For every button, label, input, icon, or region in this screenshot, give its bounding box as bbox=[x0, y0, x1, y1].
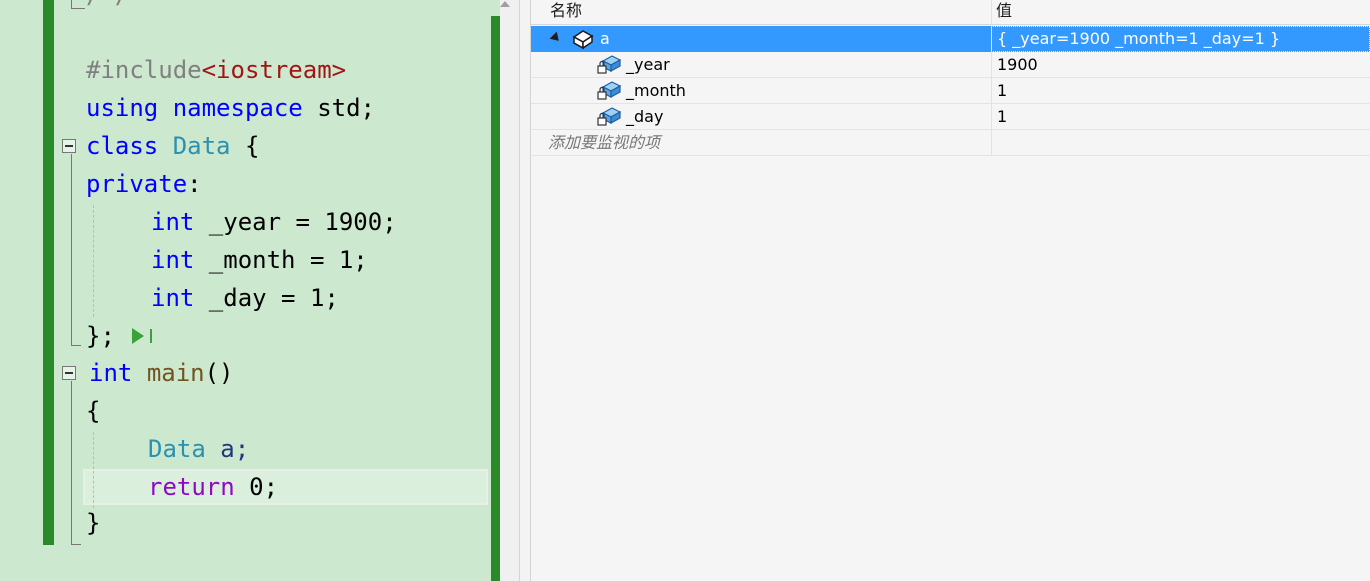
keyword-token: private bbox=[86, 170, 188, 198]
code-line-month: int _month = 1; bbox=[151, 241, 368, 279]
code-line-var: Data a; bbox=[148, 430, 249, 468]
code-text: () bbox=[204, 359, 234, 387]
code-line-close-brace: } bbox=[86, 504, 100, 542]
code-text: : bbox=[187, 170, 202, 198]
collapse-main-icon[interactable] bbox=[62, 366, 76, 380]
watch-name: _day bbox=[626, 107, 664, 126]
current-line-highlight bbox=[83, 469, 488, 505]
watch-row-year[interactable]: _year 1900 bbox=[531, 52, 1370, 78]
code-text: _year = 1900; bbox=[194, 208, 397, 236]
watch-name: a bbox=[600, 29, 610, 48]
code-line-main: int main() bbox=[89, 354, 234, 392]
code-editor[interactable]: /*/ #include<iostream> using namespace s… bbox=[0, 0, 500, 581]
pane-splitter[interactable] bbox=[500, 0, 520, 581]
keyword-token: namespace bbox=[172, 94, 303, 122]
object-icon bbox=[572, 30, 594, 50]
private-field-icon bbox=[597, 107, 622, 126]
code-text: a; bbox=[205, 435, 250, 463]
keyword-token: using bbox=[86, 94, 159, 122]
indent-guide bbox=[93, 432, 94, 508]
add-watch-placeholder[interactable]: 添加要监视的项 bbox=[548, 130, 660, 156]
change-tracking-bar bbox=[43, 0, 54, 545]
run-to-click-icon[interactable] bbox=[131, 326, 157, 346]
code-text: { bbox=[230, 132, 260, 160]
watch-window: 名称 值 a { _year=1900 _month=1 _day=1 } _y… bbox=[531, 0, 1370, 581]
watch-row-a[interactable]: a { _year=1900 _month=1 _day=1 } bbox=[531, 26, 1370, 52]
scroll-up-icon[interactable] bbox=[499, 0, 511, 8]
watch-row-month[interactable]: _month 1 bbox=[531, 78, 1370, 104]
outline-guide bbox=[71, 381, 72, 545]
outline-guide bbox=[71, 154, 72, 346]
keyword-token: int bbox=[151, 246, 195, 274]
code-line-private: private: bbox=[86, 165, 202, 203]
code-line-using: using namespace std; bbox=[86, 89, 375, 127]
watch-value[interactable]: 1900 bbox=[997, 52, 1038, 78]
collapse-triangle-icon[interactable] bbox=[549, 31, 563, 45]
column-header-name[interactable]: 名称 bbox=[550, 0, 582, 24]
indent-guide bbox=[93, 205, 94, 317]
add-watch-row[interactable]: 添加要监视的项 bbox=[531, 130, 1370, 156]
code-text: _month = 1; bbox=[194, 246, 368, 274]
keyword-token: return bbox=[148, 473, 235, 501]
code-text: }; bbox=[86, 322, 115, 350]
keyword-token: int bbox=[89, 359, 133, 387]
code-text: { bbox=[86, 397, 101, 425]
watch-value[interactable]: 1 bbox=[997, 104, 1007, 130]
column-header-value[interactable]: 值 bbox=[996, 0, 1012, 24]
keyword-token: int bbox=[151, 208, 195, 236]
divider bbox=[519, 0, 520, 581]
code-line-class: class Data { bbox=[86, 127, 259, 165]
column-divider[interactable] bbox=[991, 0, 992, 155]
code-text: } bbox=[86, 509, 101, 537]
keyword-token: int bbox=[151, 284, 195, 312]
editor-margin-bar bbox=[491, 16, 500, 581]
code-line-return: return 0; bbox=[148, 468, 278, 506]
watch-value[interactable]: { _year=1900 _month=1 _day=1 } bbox=[997, 26, 1280, 52]
type-token: Data bbox=[172, 132, 231, 160]
code-line-year: int _year = 1900; bbox=[151, 203, 397, 241]
watch-row-day[interactable]: _day 1 bbox=[531, 104, 1370, 130]
outline-guide bbox=[71, 544, 81, 545]
include-target-token: <iostream> bbox=[201, 56, 347, 84]
code-line-include: #include<iostream> bbox=[86, 51, 346, 89]
outline-guide bbox=[71, 8, 85, 9]
code-line-open-brace: { bbox=[86, 392, 100, 430]
header-divider bbox=[531, 24, 1370, 25]
collapse-class-icon[interactable] bbox=[62, 139, 76, 153]
outline-guide bbox=[71, 345, 81, 346]
preprocessor-token: #include bbox=[86, 56, 202, 84]
code-text: 0; bbox=[234, 473, 279, 501]
watch-name: _month bbox=[626, 81, 686, 100]
private-field-icon bbox=[597, 55, 622, 74]
code-text: std; bbox=[302, 94, 375, 122]
type-token: Data bbox=[148, 435, 206, 463]
code-line-class-end: }; bbox=[86, 317, 115, 355]
outline-guide bbox=[71, 0, 72, 8]
keyword-token: class bbox=[86, 132, 159, 160]
comment-fragment: /*/ bbox=[86, 0, 129, 14]
code-line-day: int _day = 1; bbox=[151, 279, 339, 317]
watch-value[interactable]: 1 bbox=[997, 78, 1007, 104]
private-field-icon bbox=[597, 81, 622, 100]
code-text: _day = 1; bbox=[194, 284, 339, 312]
watch-name: _year bbox=[626, 55, 670, 74]
function-token: main bbox=[146, 359, 205, 387]
